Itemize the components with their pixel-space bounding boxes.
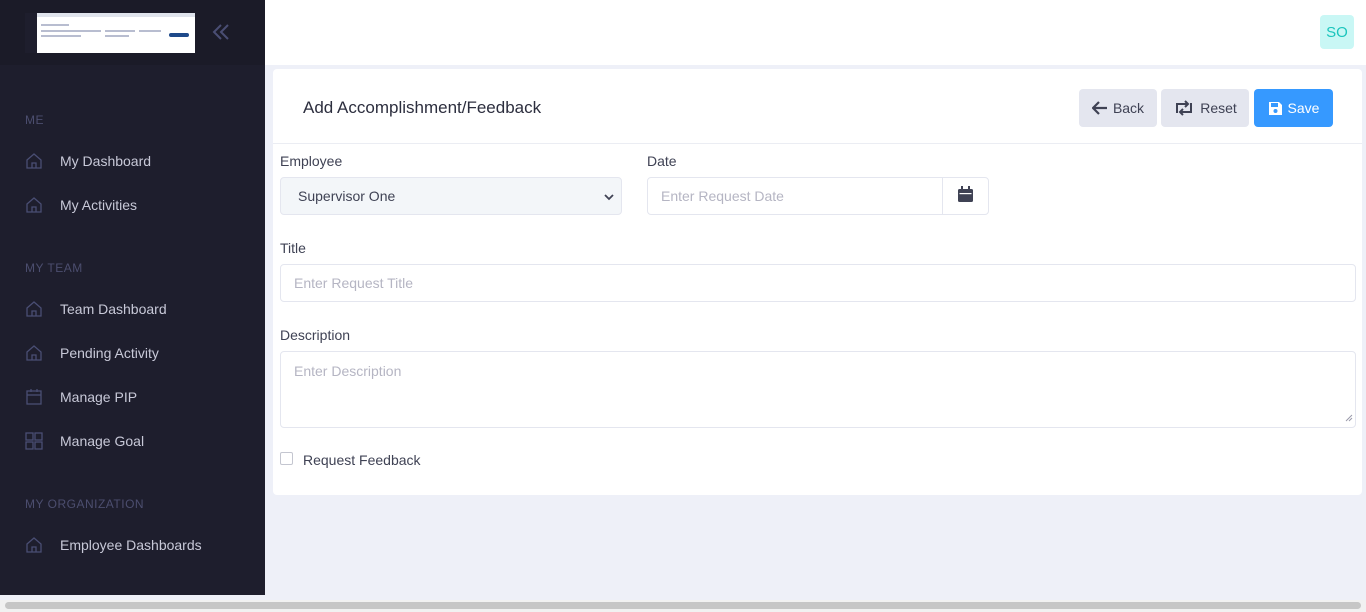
section-me: ME xyxy=(25,113,44,127)
sidebar: ME My Dashboard My Activities MY TEAM Te… xyxy=(0,0,265,595)
sidebar-item-manage-goal[interactable]: Manage Goal xyxy=(25,429,144,453)
topbar: SO xyxy=(265,0,1366,65)
home-icon xyxy=(25,536,43,554)
description-placeholder: Enter Description xyxy=(294,363,402,379)
sidebar-item-employee-dashboards[interactable]: Employee Dashboards xyxy=(25,533,202,557)
floppy-disk-icon xyxy=(1268,101,1283,116)
collapse-sidebar-icon[interactable] xyxy=(210,20,232,44)
retweet-icon xyxy=(1173,100,1195,116)
home-icon xyxy=(25,196,43,214)
employee-label: Employee xyxy=(280,153,343,169)
page-title: Add Accomplishment/Feedback xyxy=(303,98,542,117)
date-picker-button[interactable] xyxy=(942,177,989,215)
sidebar-brand xyxy=(0,0,265,65)
back-button-label: Back xyxy=(1112,100,1145,116)
employee-select-value: Supervisor One xyxy=(298,188,396,204)
sidebar-item-label: Pending Activity xyxy=(60,345,159,361)
grid-icon xyxy=(25,432,43,450)
sidebar-item-label: Manage PIP xyxy=(60,389,138,405)
accomplishment-form-card: Add Accomplishment/Feedback Back Reset S… xyxy=(273,69,1362,495)
section-my-organization: MY ORGANIZATION xyxy=(25,497,145,511)
section-my-team: MY TEAM xyxy=(25,261,83,275)
sidebar-item-label: My Dashboard xyxy=(60,153,152,169)
avatar[interactable]: SO xyxy=(1320,15,1354,49)
calendar-icon xyxy=(25,388,43,406)
save-button[interactable]: Save xyxy=(1254,89,1333,127)
title-input[interactable]: Enter Request Title xyxy=(280,264,1356,302)
request-feedback-checkbox[interactable] xyxy=(280,452,293,465)
sidebar-item-manage-pip[interactable]: Manage PIP xyxy=(25,385,137,409)
calendar-icon xyxy=(958,185,973,207)
sidebar-item-pending-activity[interactable]: Pending Activity xyxy=(25,341,159,365)
description-textarea[interactable]: Enter Description xyxy=(280,351,1356,428)
sidebar-item-my-dashboard[interactable]: My Dashboard xyxy=(25,149,151,173)
sidebar-item-team-dashboard[interactable]: Team Dashboard xyxy=(25,297,167,321)
sidebar-item-label: Manage Goal xyxy=(60,433,145,449)
date-placeholder: Enter Request Date xyxy=(661,188,784,204)
description-label: Description xyxy=(280,327,351,343)
title-label: Title xyxy=(280,240,306,256)
home-icon xyxy=(25,152,43,170)
home-icon xyxy=(25,344,43,362)
reset-button[interactable]: Reset xyxy=(1161,89,1249,127)
back-button[interactable]: Back xyxy=(1079,89,1157,127)
horizontal-scrollbar[interactable] xyxy=(0,600,1366,612)
reset-button-label: Reset xyxy=(1200,100,1237,116)
save-button-label: Save xyxy=(1287,100,1320,116)
logo[interactable] xyxy=(25,13,195,53)
title-placeholder: Enter Request Title xyxy=(294,275,414,291)
sidebar-item-my-activities[interactable]: My Activities xyxy=(25,193,137,217)
date-input[interactable]: Enter Request Date xyxy=(647,177,943,215)
sidebar-item-label: My Activities xyxy=(60,197,138,213)
chevron-down-icon xyxy=(603,190,615,206)
sidebar-item-label: Employee Dashboards xyxy=(60,537,202,553)
card-header: Add Accomplishment/Feedback Back Reset S… xyxy=(273,69,1362,144)
arrow-left-icon xyxy=(1091,101,1108,115)
request-feedback-label[interactable]: Request Feedback xyxy=(303,452,421,468)
scrollbar-thumb[interactable] xyxy=(5,602,1361,609)
home-icon xyxy=(25,300,43,318)
employee-select[interactable]: Supervisor One xyxy=(280,177,622,215)
date-label: Date xyxy=(647,153,677,169)
sidebar-item-label: Team Dashboard xyxy=(60,301,167,317)
resize-grip-icon[interactable] xyxy=(1345,409,1353,425)
